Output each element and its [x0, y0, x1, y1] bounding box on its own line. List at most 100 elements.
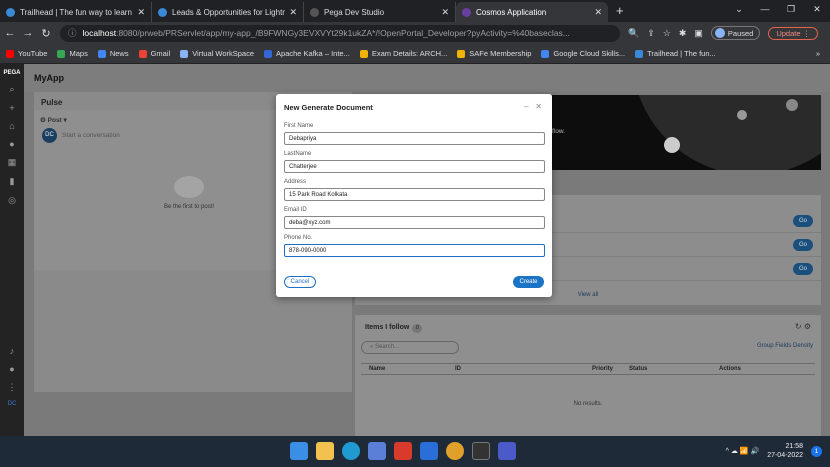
tab-trailhead[interactable]: Trailhead | The fun way to learn ✕: [0, 2, 152, 22]
news-icon: [97, 49, 106, 58]
close-icon[interactable]: ✕: [441, 7, 449, 18]
items-follow-panel: Items I follow 0 ↻ ⚙ ⌕ Search... Group Fi…: [355, 315, 821, 436]
google-cloud-icon: [541, 49, 550, 58]
sidepanel-icon[interactable]: ▣: [694, 28, 703, 39]
phone-field[interactable]: 878-090-0000: [284, 244, 545, 257]
minimize-button[interactable]: —: [752, 0, 778, 18]
youtube-icon: [6, 49, 14, 58]
teams-icon[interactable]: [498, 442, 516, 460]
back-icon[interactable]: ←: [2, 27, 18, 39]
plus-icon[interactable]: +: [0, 103, 24, 113]
tray-icons[interactable]: ^ ☁ 📶 🔊: [726, 447, 760, 456]
forward-icon[interactable]: →: [20, 27, 36, 39]
last-name-field[interactable]: Chatterjee: [284, 160, 545, 173]
office-icon[interactable]: [394, 442, 412, 460]
satellite-icon: [174, 176, 205, 198]
bookmark-maps[interactable]: Maps: [57, 49, 88, 58]
tab-leads[interactable]: Leads & Opportunities for Lightn ✕: [152, 2, 304, 22]
edge-icon[interactable]: [342, 442, 360, 460]
close-icon[interactable]: ✕: [137, 7, 145, 18]
go-button[interactable]: Go: [793, 215, 813, 227]
bookmark-google-cloud[interactable]: Google Cloud Skills...: [541, 49, 625, 58]
first-name-field[interactable]: Debapriya: [284, 132, 545, 145]
close-icon[interactable]: ✕: [535, 102, 542, 111]
file-explorer-icon[interactable]: [316, 442, 334, 460]
kafka-icon: [264, 49, 273, 58]
bookmark-kafka[interactable]: Apache Kafka – Inte...: [264, 49, 350, 58]
time: 21:58: [785, 443, 803, 450]
profile-paused-button[interactable]: Paused: [710, 26, 761, 40]
restore-button[interactable]: ❐: [778, 0, 804, 18]
generate-document-dialog: New Generate Document – ✕ First Name Deb…: [276, 94, 552, 297]
close-window-button[interactable]: ✕: [804, 0, 830, 18]
reload-icon[interactable]: ↻: [38, 27, 54, 40]
grid-icon[interactable]: ▦: [0, 157, 24, 168]
column-priority[interactable]: Priority: [535, 366, 621, 372]
bookmark-label: Apache Kafka – Inte...: [276, 49, 350, 58]
cosmos-icon: [462, 7, 471, 17]
refresh-icon[interactable]: ↻ ⚙: [795, 322, 811, 331]
create-button[interactable]: Create: [513, 276, 544, 288]
tab-cosmos[interactable]: Cosmos Application ✕: [456, 2, 608, 22]
tab-pega[interactable]: Pega Dev Studio ✕: [304, 2, 456, 22]
column-id[interactable]: ID: [447, 366, 535, 372]
apps-icon[interactable]: ⋮: [0, 382, 24, 393]
cancel-button[interactable]: Cancel: [284, 276, 316, 288]
store-icon[interactable]: [368, 442, 386, 460]
go-button[interactable]: Go: [793, 263, 813, 275]
new-tab-button[interactable]: +: [616, 3, 624, 18]
column-status[interactable]: Status: [621, 366, 711, 372]
more-bookmarks-icon[interactable]: »: [816, 49, 820, 58]
close-icon[interactable]: ✕: [594, 7, 602, 18]
url-field[interactable]: ⓘ localhost:8080/prweb/PRServlet/app/my-a…: [60, 24, 620, 42]
chrome-icon[interactable]: [446, 442, 464, 460]
trailhead-icon: [6, 7, 15, 17]
user-avatar[interactable]: DC: [0, 401, 24, 407]
go-button[interactable]: Go: [793, 239, 813, 251]
pega-logo: PEGA: [3, 70, 21, 76]
bookmark-virtual-workspace[interactable]: Virtual WorkSpace: [180, 49, 254, 58]
explore-icon[interactable]: ◎: [0, 195, 24, 206]
terminal-icon[interactable]: [472, 442, 490, 460]
first-name-label: First Name: [284, 123, 314, 129]
bookmark-youtube[interactable]: YouTube: [6, 49, 47, 58]
chart-icon[interactable]: ▮: [0, 176, 24, 187]
notification-badge[interactable]: 1: [811, 445, 822, 457]
home-icon[interactable]: ⌂: [0, 121, 24, 131]
clock[interactable]: 21:58 27-04-2022: [767, 442, 803, 460]
bookmarks-bar: YouTube Maps News Gmail Virtual WorkSpac…: [0, 44, 830, 64]
email-label: Email ID: [284, 207, 307, 213]
star-icon[interactable]: ☆: [663, 28, 671, 39]
items-follow-label: Items I follow: [365, 324, 410, 331]
column-name[interactable]: Name: [361, 366, 447, 372]
update-button[interactable]: Update ⋮: [768, 26, 819, 40]
start-conversation-input[interactable]: Start a conversation: [62, 132, 120, 139]
bookmark-exam[interactable]: Exam Details: ARCH...: [359, 49, 447, 58]
chevron-down-icon[interactable]: ⌄: [726, 0, 752, 18]
minimize-icon[interactable]: –: [524, 102, 528, 111]
mail-icon[interactable]: [420, 442, 438, 460]
table-options[interactable]: Group Fields Density: [757, 343, 813, 349]
dialog-title: New Generate Document: [284, 103, 373, 112]
table-header: Name ID Priority Status Actions: [361, 363, 815, 375]
bookmark-news[interactable]: News: [97, 49, 129, 58]
windows-start-icon[interactable]: [290, 442, 308, 460]
zoom-icon[interactable]: 🔍: [628, 28, 639, 39]
bookmark-trailhead[interactable]: Trailhead | The fun...: [635, 49, 716, 58]
bookmark-gmail[interactable]: Gmail: [138, 49, 170, 58]
search-input[interactable]: ⌕ Search...: [361, 341, 459, 354]
pulse-icon[interactable]: ●: [0, 139, 24, 149]
hero-banner: flow.: [552, 95, 821, 170]
date: 27-04-2022: [767, 452, 803, 459]
taskbar-apps: [290, 442, 516, 460]
close-icon[interactable]: ✕: [289, 7, 297, 18]
help-icon[interactable]: ●: [0, 364, 24, 374]
email-field[interactable]: deba@xyz.com: [284, 216, 545, 229]
update-label: Update: [776, 28, 801, 38]
address-field[interactable]: 15 Park Road Kolkata: [284, 188, 545, 201]
search-icon[interactable]: ⌕: [0, 84, 24, 95]
share-icon[interactable]: ⇪: [647, 28, 655, 39]
puzzle-icon[interactable]: ✱: [679, 28, 687, 39]
bookmark-safe[interactable]: SAFe Membership: [457, 49, 531, 58]
bell-icon[interactable]: ♪: [0, 346, 24, 356]
